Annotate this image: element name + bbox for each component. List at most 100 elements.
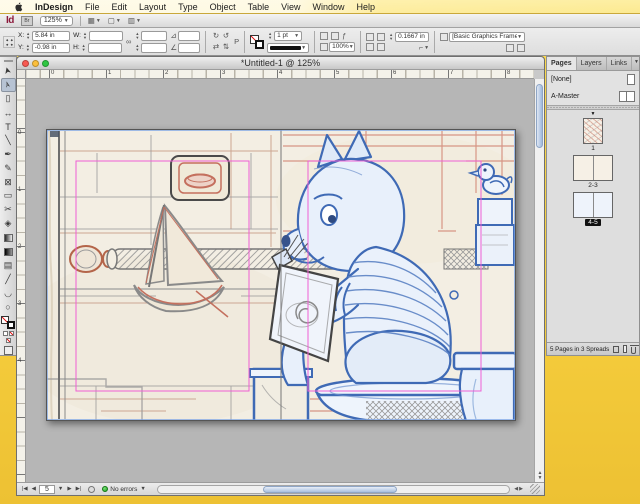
- page-1-label[interactable]: 1: [591, 145, 595, 152]
- preflight-label[interactable]: No errors: [110, 486, 137, 493]
- panel-menu-icon[interactable]: ▼: [632, 57, 640, 70]
- ruler-origin-box[interactable]: [17, 70, 26, 79]
- type-tool[interactable]: T: [1, 120, 16, 134]
- default-swatches[interactable]: [3, 331, 14, 336]
- vertical-ruler[interactable]: 0 1 2 3 4: [17, 79, 26, 482]
- x-field[interactable]: 5.84 in: [32, 31, 70, 41]
- scale-x-field[interactable]: [141, 31, 167, 41]
- gap-tool[interactable]: ↔: [1, 106, 16, 120]
- hand-tool[interactable]: ◡: [1, 286, 16, 300]
- menu-layout[interactable]: Layout: [133, 2, 172, 12]
- new-page-button[interactable]: [623, 345, 628, 353]
- panel-options-icon[interactable]: [517, 44, 525, 52]
- spread-2-3-thumbnail[interactable]: [573, 155, 613, 181]
- rectangle-frame-tool[interactable]: ⊠: [1, 175, 16, 189]
- stroke-black-swatch[interactable]: [7, 321, 15, 329]
- y-field[interactable]: -0.98 in: [32, 43, 70, 53]
- pasteboard-canvas[interactable]: [26, 79, 534, 482]
- delete-page-button[interactable]: [631, 347, 636, 354]
- x-stepper[interactable]: [25, 31, 31, 41]
- zoom-tool[interactable]: ○: [1, 300, 16, 314]
- bridge-icon[interactable]: Br: [21, 16, 33, 26]
- master-row-a-master[interactable]: A-Master: [547, 88, 639, 105]
- tab-pages[interactable]: Pages: [547, 57, 577, 70]
- spread-2-3-label[interactable]: 2-3: [588, 182, 597, 189]
- effects-fx-icon[interactable]: ƒ: [342, 32, 346, 40]
- menu-table[interactable]: Table: [242, 2, 276, 12]
- scroll-arrows[interactable]: ▲▼: [535, 471, 545, 481]
- first-page-button[interactable]: |◀: [21, 486, 29, 492]
- scale-y-stepper[interactable]: [134, 43, 140, 53]
- gradient-feather-tool[interactable]: [1, 245, 16, 259]
- master-row-none[interactable]: [None]: [547, 71, 639, 88]
- window-title-bar[interactable]: *Untitled-1 @ 125%: [17, 57, 544, 70]
- horizontal-scrollbar[interactable]: [157, 485, 510, 494]
- eyedropper-tool[interactable]: ╱: [1, 272, 16, 286]
- gradient-swatch-tool[interactable]: [1, 231, 16, 245]
- menu-help[interactable]: Help: [351, 2, 382, 12]
- scale-y-field[interactable]: [141, 43, 167, 53]
- stroke-weight-stepper[interactable]: [267, 31, 273, 41]
- view-options-button[interactable]: ▦▼: [88, 17, 101, 25]
- menu-view[interactable]: View: [275, 2, 306, 12]
- horizontal-scrollbar-thumb[interactable]: [263, 486, 397, 493]
- fill-stroke-control[interactable]: [1, 316, 15, 329]
- preflight-menu-icon[interactable]: [88, 486, 95, 493]
- menu-edit[interactable]: Edit: [106, 2, 134, 12]
- scale-x-stepper[interactable]: [134, 31, 140, 41]
- pen-tool[interactable]: ✒: [1, 147, 16, 161]
- quick-apply-icon[interactable]: [506, 44, 514, 52]
- object-style-dropdown[interactable]: [Basic Graphics Frame]▼: [449, 32, 525, 42]
- spread-4-5-label-selected[interactable]: 4-5: [585, 219, 600, 226]
- object-style-icon[interactable]: [320, 32, 328, 40]
- corner-radius-field[interactable]: 0.1667 in: [395, 32, 429, 42]
- menu-window[interactable]: Window: [306, 2, 350, 12]
- preflight-dropdown-icon[interactable]: ▼: [139, 486, 146, 492]
- scroll-arrows[interactable]: ◀▶: [512, 486, 526, 492]
- fill-stroke-swatches[interactable]: [250, 35, 264, 49]
- w-stepper[interactable]: [82, 31, 88, 41]
- apply-color-row[interactable]: [6, 338, 11, 343]
- wrap-none-icon[interactable]: [366, 33, 374, 41]
- constrain-link-icon[interactable]: ∞: [126, 38, 131, 46]
- page-number-field[interactable]: 5: [39, 485, 55, 494]
- arrange-documents-button[interactable]: ▥▼: [128, 17, 141, 25]
- wrap-object-icon[interactable]: [366, 43, 374, 51]
- apple-menu[interactable]: [8, 2, 29, 12]
- menu-file[interactable]: File: [79, 2, 106, 12]
- panel-grip[interactable]: [4, 60, 13, 62]
- screen-mode-normal-button[interactable]: [4, 346, 13, 355]
- scissors-tool[interactable]: ✂: [1, 203, 16, 217]
- wrap-bounding-icon[interactable]: [377, 33, 385, 41]
- selection-tool[interactable]: ➤: [1, 64, 16, 78]
- edit-spread-icon[interactable]: [613, 346, 619, 353]
- free-transform-tool[interactable]: ◈: [1, 217, 16, 231]
- next-page-button[interactable]: ▶: [66, 486, 72, 492]
- corner-stepper[interactable]: [388, 32, 394, 42]
- rotate-cw-button[interactable]: ↻: [213, 32, 219, 40]
- zoom-level-dropdown[interactable]: 125% ▼: [40, 16, 73, 26]
- w-field[interactable]: [89, 31, 123, 41]
- y-stepper[interactable]: [25, 43, 31, 53]
- stroke-weight-dropdown[interactable]: 1 pt▼: [274, 31, 302, 41]
- previous-page-button[interactable]: ◀: [31, 486, 37, 492]
- drop-shadow-icon[interactable]: [331, 32, 339, 40]
- shear-field[interactable]: [178, 31, 200, 41]
- menu-object[interactable]: Object: [204, 2, 242, 12]
- flip-horizontal-button[interactable]: ⇄: [213, 43, 219, 51]
- stroke-swatch[interactable]: [255, 40, 264, 49]
- rotate-ccw-button[interactable]: ↺: [223, 32, 229, 40]
- tab-layers[interactable]: Layers: [577, 57, 607, 70]
- window-resize-grip[interactable]: [530, 484, 540, 494]
- vertical-scrollbar[interactable]: ▲▼: [534, 79, 544, 482]
- h-stepper[interactable]: [81, 43, 87, 53]
- flip-vertical-button[interactable]: ⇅: [223, 43, 229, 51]
- pencil-tool[interactable]: ✎: [1, 161, 16, 175]
- page-list-dropdown[interactable]: ▼: [57, 486, 64, 492]
- corner-shape-icon[interactable]: ⌐: [419, 44, 423, 52]
- note-tool[interactable]: ▤: [1, 258, 16, 272]
- rotate-field[interactable]: [178, 43, 200, 53]
- rectangle-tool[interactable]: ▭: [1, 189, 16, 203]
- wrap-jump-icon[interactable]: [377, 43, 385, 51]
- spread-4-5-thumbnail[interactable]: [573, 192, 613, 218]
